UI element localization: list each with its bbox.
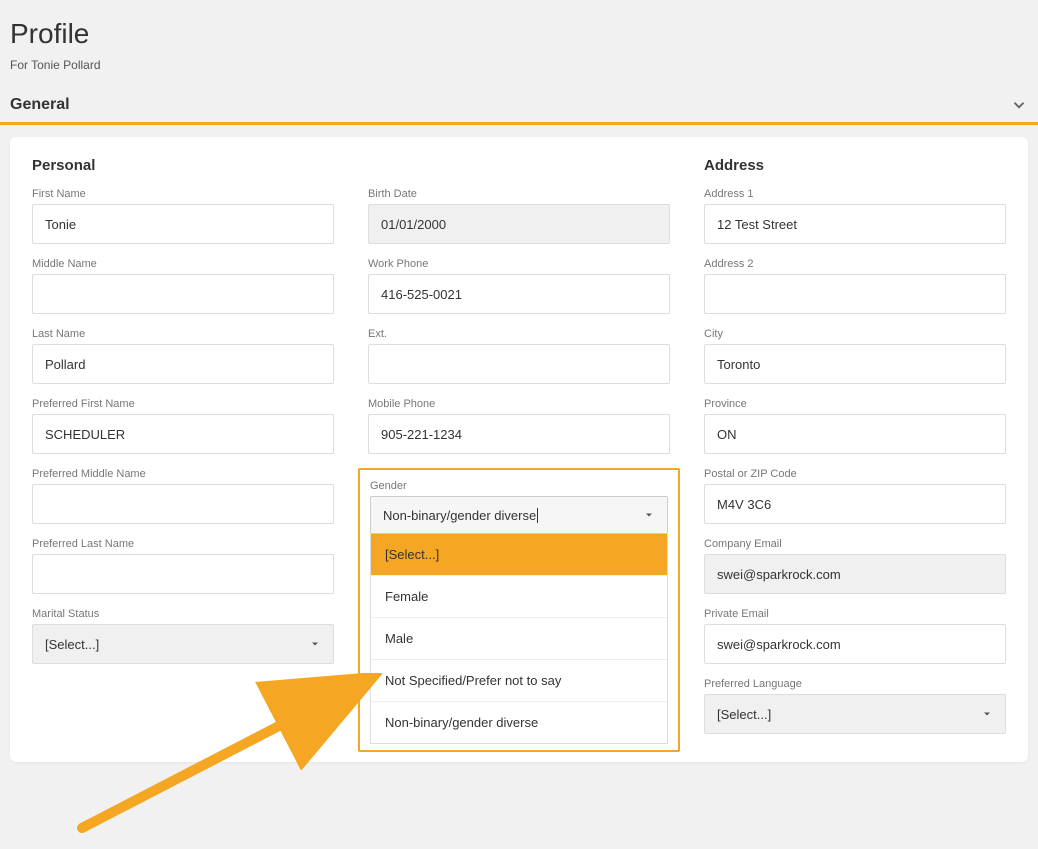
ext-input[interactable] — [368, 344, 670, 384]
middle-name-input[interactable] — [32, 274, 334, 314]
pref-lang-label: Preferred Language — [704, 678, 1006, 690]
company-email-label: Company Email — [704, 538, 1006, 550]
pref-last-input[interactable] — [32, 554, 334, 594]
page-title: Profile — [10, 18, 1028, 50]
middle-spacer — [368, 157, 670, 174]
province-input[interactable]: ON — [704, 414, 1006, 454]
pref-first-label: Preferred First Name — [32, 398, 334, 410]
private-email-label: Private Email — [704, 608, 1006, 620]
mobile-phone-input[interactable]: 905-221-1234 — [368, 414, 670, 454]
work-phone-label: Work Phone — [368, 258, 670, 270]
work-phone-input[interactable]: 416-525-0021 — [368, 274, 670, 314]
chevron-down-icon — [1010, 96, 1028, 114]
personal-column: Personal First Name Tonie Middle Name La… — [32, 157, 334, 748]
section-header[interactable]: General — [0, 90, 1038, 125]
caret-down-icon — [643, 509, 655, 521]
middle-name-label: Middle Name — [32, 258, 334, 270]
first-name-label: First Name — [32, 188, 334, 200]
caret-down-icon — [981, 708, 993, 720]
gender-label: Gender — [370, 480, 668, 492]
city-input[interactable]: Toronto — [704, 344, 1006, 384]
marital-status-select[interactable]: [Select...] — [32, 624, 334, 664]
gender-option-select[interactable]: [Select...] — [371, 534, 667, 576]
gender-option-not-specified[interactable]: Not Specified/Prefer not to say — [371, 660, 667, 702]
gender-select[interactable]: Non-binary/gender diverse — [370, 496, 668, 534]
address2-label: Address 2 — [704, 258, 1006, 270]
city-label: City — [704, 328, 1006, 340]
address-column: Address Address 1 12 Test Street Address… — [704, 157, 1006, 748]
address1-label: Address 1 — [704, 188, 1006, 200]
gender-option-female[interactable]: Female — [371, 576, 667, 618]
first-name-input[interactable]: Tonie — [32, 204, 334, 244]
caret-down-icon — [309, 638, 321, 650]
ext-label: Ext. — [368, 328, 670, 340]
birth-date-label: Birth Date — [368, 188, 670, 200]
gender-option-male[interactable]: Male — [371, 618, 667, 660]
address1-input[interactable]: 12 Test Street — [704, 204, 1006, 244]
private-email-input[interactable]: swei@sparkrock.com — [704, 624, 1006, 664]
mobile-phone-label: Mobile Phone — [368, 398, 670, 410]
gender-highlight-box: Gender Non-binary/gender diverse [Select… — [358, 468, 680, 752]
pref-lang-select[interactable]: [Select...] — [704, 694, 1006, 734]
pref-first-input[interactable]: SCHEDULER — [32, 414, 334, 454]
profile-card: Personal First Name Tonie Middle Name La… — [10, 137, 1028, 762]
middle-column: Birth Date 01/01/2000 Work Phone 416-525… — [368, 157, 670, 748]
section-title: General — [10, 96, 70, 114]
marital-status-label: Marital Status — [32, 608, 334, 620]
birth-date-input[interactable]: 01/01/2000 — [368, 204, 670, 244]
pref-last-label: Preferred Last Name — [32, 538, 334, 550]
gender-dropdown: [Select...] Female Male Not Specified/Pr… — [370, 534, 668, 744]
last-name-input[interactable]: Pollard — [32, 344, 334, 384]
company-email-input[interactable]: swei@sparkrock.com — [704, 554, 1006, 594]
province-label: Province — [704, 398, 1006, 410]
last-name-label: Last Name — [32, 328, 334, 340]
pref-middle-label: Preferred Middle Name — [32, 468, 334, 480]
postal-label: Postal or ZIP Code — [704, 468, 1006, 480]
pref-middle-input[interactable] — [32, 484, 334, 524]
gender-option-nonbinary[interactable]: Non-binary/gender diverse — [371, 702, 667, 743]
page-subtitle: For Tonie Pollard — [10, 58, 1028, 72]
personal-title: Personal — [32, 157, 334, 174]
address-title: Address — [704, 157, 1006, 174]
postal-input[interactable]: M4V 3C6 — [704, 484, 1006, 524]
address2-input[interactable] — [704, 274, 1006, 314]
